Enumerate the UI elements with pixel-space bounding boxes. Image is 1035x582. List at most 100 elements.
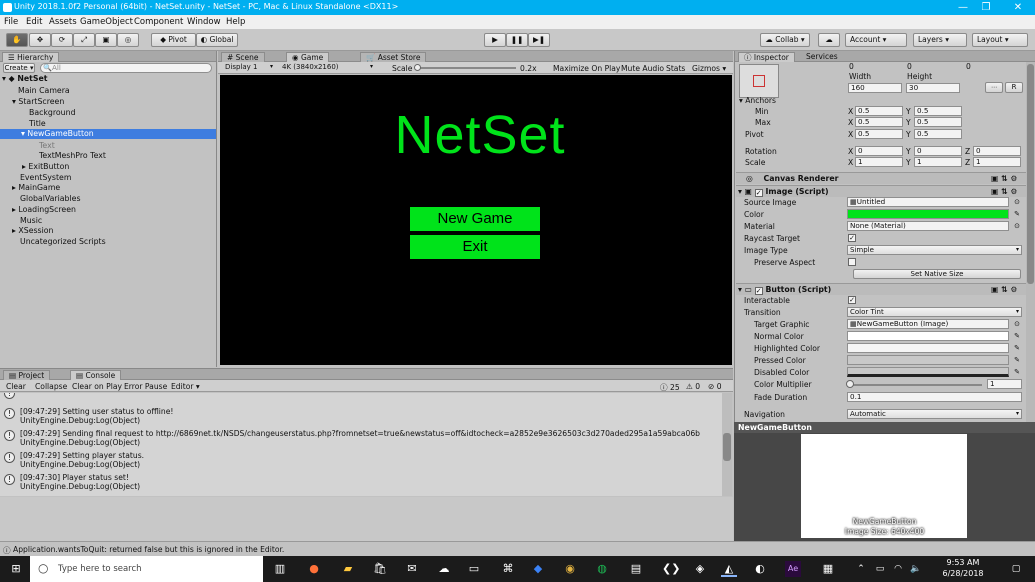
- log-entry-line[interactable]: [09:47:29] Setting player status.: [20, 451, 144, 460]
- scale-z[interactable]: 1: [973, 157, 1021, 167]
- eyedropper-icon[interactable]: ✎: [1013, 344, 1021, 352]
- scale-x[interactable]: 1: [855, 157, 903, 167]
- hierarchy-item[interactable]: ▸ ExitButton: [22, 162, 69, 171]
- menu-component[interactable]: Component: [134, 17, 183, 27]
- new-game-button[interactable]: New Game: [410, 207, 540, 231]
- exit-button[interactable]: Exit: [410, 235, 540, 259]
- width-field[interactable]: 160: [848, 83, 902, 93]
- log-entry-line[interactable]: [09:47:30] Player status set!: [20, 473, 129, 482]
- preserve-aspect-checkbox[interactable]: [848, 258, 856, 266]
- log-entry-line[interactable]: UnityEngine.Debug:Log(Object): [20, 460, 140, 469]
- clock-time[interactable]: 9:53 AM: [928, 558, 998, 567]
- menu-edit[interactable]: Edit: [26, 17, 42, 27]
- log-entry-line[interactable]: UnityEngine.Debug:Log(Object): [20, 416, 140, 425]
- tab-scene[interactable]: # Scene: [221, 52, 265, 62]
- clear-on-play-toggle[interactable]: Clear on Play: [72, 382, 122, 391]
- eyedropper-icon[interactable]: ✎: [1013, 356, 1021, 364]
- create-dropdown[interactable]: Create ▾: [3, 63, 35, 73]
- image-enabled-checkbox[interactable]: ✓: [754, 189, 763, 197]
- chrome-icon[interactable]: ◉: [562, 561, 578, 577]
- volume-icon[interactable]: 🔈: [908, 561, 924, 577]
- log-entry-line[interactable]: UnityEngine.Debug:Log(Object): [20, 438, 140, 447]
- inspector-scrollbar[interactable]: [1026, 62, 1035, 422]
- settings-icon[interactable]: ▣ ⇅ ⚙: [991, 186, 1017, 197]
- hierarchy-item[interactable]: Title: [29, 119, 46, 128]
- canvas-renderer-header[interactable]: ◎ Canvas Renderer ▣ ⇅ ⚙: [736, 172, 1026, 184]
- tab-console[interactable]: ▤ Console: [70, 370, 122, 380]
- rotation-z[interactable]: 0: [973, 146, 1021, 156]
- hierarchy-item[interactable]: TextMeshPro Text: [39, 151, 106, 160]
- log-entry-line[interactable]: UnityEngine.Debug:Log(Object): [20, 482, 140, 491]
- task-view-icon[interactable]: ▥: [272, 561, 288, 577]
- terminal-icon[interactable]: ▭: [466, 561, 482, 577]
- settings-icon[interactable]: ▣ ⇅ ⚙: [991, 284, 1017, 295]
- hierarchy-item-selected[interactable]: ▾ NewGameButton: [0, 129, 216, 139]
- image-type-dropdown[interactable]: Simple: [847, 245, 1022, 255]
- move-tool-icon[interactable]: ✥: [29, 33, 51, 47]
- step-icon[interactable]: ▶❚: [528, 33, 550, 47]
- pos-z[interactable]: 0: [966, 62, 971, 71]
- hierarchy-item[interactable]: Uncategorized Scripts: [20, 237, 106, 246]
- menu-gameobject[interactable]: GameObject: [80, 17, 133, 27]
- after-effects-icon[interactable]: Ae: [785, 561, 801, 577]
- color-swatch[interactable]: [847, 209, 1009, 219]
- tab-inspector[interactable]: ⓘ Inspector: [738, 52, 795, 62]
- color-multiplier-slider[interactable]: [850, 384, 982, 386]
- scale-slider[interactable]: [416, 67, 516, 69]
- preview-header[interactable]: NewGameButton: [734, 422, 1035, 433]
- warning-count[interactable]: ⚠ 0: [686, 382, 700, 391]
- windows-start-icon[interactable]: ⊞: [8, 561, 24, 577]
- global-button[interactable]: ◐ Global: [196, 33, 238, 47]
- game-icon[interactable]: ◈: [692, 561, 708, 577]
- source-image-field[interactable]: ▦Untitled: [847, 197, 1009, 207]
- visual-studio-icon[interactable]: ◆: [530, 561, 546, 577]
- unity-icon[interactable]: ◭: [721, 561, 737, 577]
- info-count[interactable]: ⓘ 25: [660, 382, 680, 393]
- hand-tool-icon[interactable]: ✋: [6, 33, 28, 47]
- target-graphic-field[interactable]: ▦NewGameButton (Image): [847, 319, 1009, 329]
- rotation-x[interactable]: 0: [855, 146, 903, 156]
- taskbar-search-input[interactable]: ○ Type here to search: [30, 556, 263, 582]
- status-message[interactable]: Application.wantsToQuit: returned false …: [13, 545, 284, 554]
- anchor-max-x[interactable]: 0.5: [855, 117, 903, 127]
- object-picker-icon[interactable]: ⊙: [1013, 320, 1021, 328]
- anchors-foldout[interactable]: ▾ Anchors: [739, 96, 776, 105]
- image-script-header[interactable]: ▾ ▣ ✓ Image (Script) ▣ ⇅ ⚙: [736, 185, 1026, 197]
- menu-file[interactable]: File: [4, 17, 18, 27]
- layers-dropdown[interactable]: Layers ▾: [913, 33, 967, 47]
- hierarchy-item[interactable]: ▸ LoadingScreen: [12, 205, 76, 214]
- rotation-y[interactable]: 0: [914, 146, 962, 156]
- highlighted-color-swatch[interactable]: [847, 343, 1009, 353]
- log-entry-line[interactable]: [09:47:29] Sending final request to http…: [20, 429, 700, 438]
- menu-help[interactable]: Help: [226, 17, 245, 27]
- scene-root[interactable]: ▾ ◆ NetSet: [2, 74, 48, 83]
- anchor-max-y[interactable]: 0.5: [914, 117, 962, 127]
- vscode-icon[interactable]: ❮❯: [662, 561, 680, 577]
- account-dropdown[interactable]: Account ▾: [845, 33, 907, 47]
- hierarchy-search-input[interactable]: 🔍All: [40, 63, 212, 73]
- clock-date[interactable]: 6/28/2018: [928, 569, 998, 578]
- store-icon[interactable]: 🛍: [372, 561, 388, 577]
- hierarchy-item[interactable]: EventSystem: [20, 173, 71, 182]
- maximize-on-play-toggle[interactable]: Maximize On Play: [553, 64, 620, 73]
- notepad-icon[interactable]: ▤: [628, 561, 644, 577]
- gizmos-dropdown[interactable]: Gizmos ▾: [692, 64, 726, 73]
- rotate-tool-icon[interactable]: ⟳: [51, 33, 73, 47]
- menu-window[interactable]: Window: [187, 17, 221, 27]
- scale-y[interactable]: 1: [914, 157, 962, 167]
- scale-slider-thumb[interactable]: [414, 64, 421, 71]
- navigation-dropdown[interactable]: Automatic: [847, 409, 1022, 419]
- pivot-x[interactable]: 0.5: [855, 129, 903, 139]
- height-field[interactable]: 30: [906, 83, 960, 93]
- console-scrollbar-thumb[interactable]: [723, 433, 731, 461]
- interactable-checkbox[interactable]: ✓: [848, 296, 856, 304]
- hierarchy-item[interactable]: Main Camera: [18, 86, 70, 95]
- hierarchy-item[interactable]: GlobalVariables: [20, 194, 81, 203]
- app-icon[interactable]: ▦: [820, 561, 836, 577]
- hierarchy-item[interactable]: ▾ StartScreen: [12, 97, 64, 106]
- scale-tool-icon[interactable]: ⤢: [73, 33, 95, 47]
- tab-asset-store[interactable]: 🛒 Asset Store: [360, 52, 427, 62]
- cloud-icon[interactable]: ☁: [818, 33, 840, 47]
- object-picker-icon[interactable]: ⊙: [1013, 222, 1021, 230]
- pivot-y[interactable]: 0.5: [914, 129, 962, 139]
